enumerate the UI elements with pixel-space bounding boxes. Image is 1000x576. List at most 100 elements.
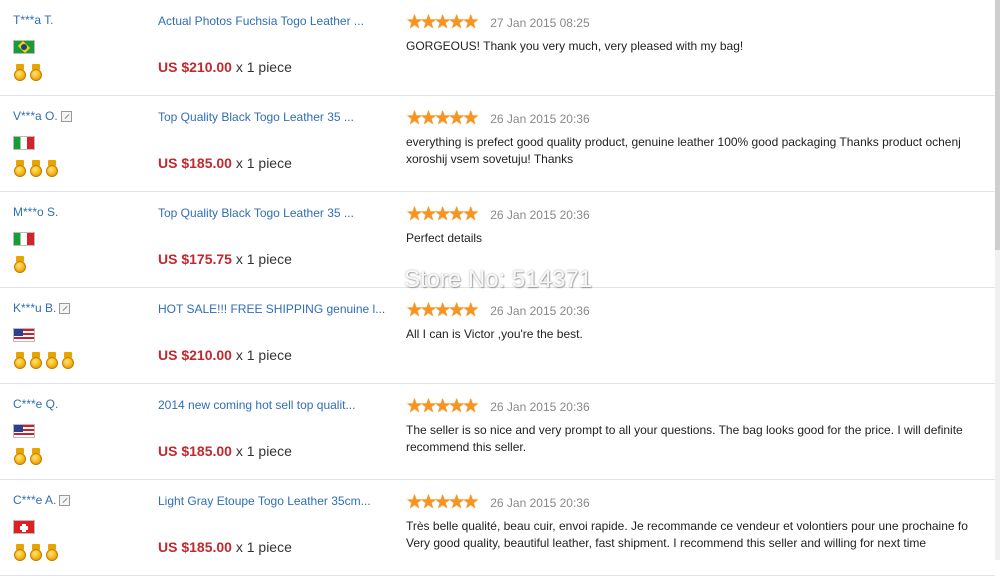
scrollbar-thumb[interactable] <box>995 0 1000 250</box>
review: ★ ★ ★ ★ ★ 26 Jan 2015 20:36 The seller is so … <box>406 396 1000 456</box>
price-line: US $210.00 x 1 piece <box>158 347 292 363</box>
review: ★ ★ ★ ★ ★ 26 Jan 2015 20:36 All I can is Vict… <box>406 300 1000 343</box>
star-icon: ★ <box>406 12 423 33</box>
star-icon: ★ <box>406 108 423 129</box>
price: US $210.00 <box>158 59 232 75</box>
scrollbar[interactable] <box>995 0 1000 560</box>
product-info: HOT SALE!!! FREE SHIPPING genuine l... <box>158 301 386 317</box>
quantity: x 1 piece <box>235 443 292 459</box>
review-text: Très belle qualité, beau cuir, envoi rap… <box>406 518 1000 552</box>
star-icon: ★ <box>462 204 479 225</box>
price-line: US $185.00 x 1 piece <box>158 155 292 171</box>
country-flag-icon <box>13 40 35 54</box>
star-icon: ★ <box>448 108 465 129</box>
product-link[interactable]: Top Quality Black Togo Leather 35 ... <box>158 205 386 221</box>
medal-icon <box>45 352 59 370</box>
country-flag-icon <box>13 520 35 534</box>
buyer-info: C***e A. <box>13 493 143 562</box>
product-link[interactable]: Top Quality Black Togo Leather 35 ... <box>158 109 386 125</box>
buyer-medals <box>13 64 143 82</box>
product-link[interactable]: Light Gray Etoupe Togo Leather 35cm... <box>158 493 386 509</box>
review-date: 26 Jan 2015 20:36 <box>490 208 590 222</box>
buyer-name[interactable]: K***u B. <box>13 301 56 315</box>
country-flag-icon <box>13 328 35 342</box>
verified-buyer-icon <box>59 302 71 314</box>
medal-icon <box>13 448 27 466</box>
star-icon: ★ <box>434 108 451 129</box>
buyer-info: T***a T. <box>13 13 143 82</box>
star-icon: ★ <box>406 300 423 321</box>
buyer-medals <box>13 448 143 466</box>
buyer-medals <box>13 352 143 370</box>
star-icon: ★ <box>448 300 465 321</box>
review-text-line: Very good quality, beautiful leather, fa… <box>406 536 927 550</box>
feedback-row: C***e A. Light Gray Etoupe Togo Leather … <box>0 480 995 576</box>
star-icon: ★ <box>462 108 479 129</box>
product-link[interactable]: HOT SALE!!! FREE SHIPPING genuine l... <box>158 301 386 317</box>
review: ★ ★ ★ ★ ★ 26 Jan 2015 20:36 everything is pre… <box>406 108 1000 168</box>
review-text-line: GORGEOUS! Thank you very much, very plea… <box>406 39 744 53</box>
buyer-name[interactable]: C***e Q. <box>13 397 58 411</box>
star-rating: ★ ★ ★ ★ ★ <box>406 108 479 129</box>
verified-buyer-icon <box>60 110 72 122</box>
buyer-info: K***u B. <box>13 301 143 370</box>
quantity: x 1 piece <box>235 155 292 171</box>
star-rating: ★ ★ ★ ★ ★ <box>406 204 479 225</box>
medal-icon <box>13 544 27 562</box>
buyer-medals <box>13 256 143 274</box>
star-icon: ★ <box>434 12 451 33</box>
product-link[interactable]: 2014 new coming hot sell top qualit... <box>158 397 386 413</box>
star-icon: ★ <box>406 396 423 417</box>
medal-icon <box>29 64 43 82</box>
star-icon: ★ <box>462 12 479 33</box>
review-text: everything is prefect good quality produ… <box>406 134 1000 168</box>
medal-icon <box>29 544 43 562</box>
country-flag-icon <box>13 136 35 150</box>
review-text: Perfect details <box>406 230 1000 247</box>
buyer-name[interactable]: T***a T. <box>13 13 53 27</box>
medal-icon <box>29 160 43 178</box>
feedback-row: C***e Q. 2014 new coming hot sell top qu… <box>0 384 995 480</box>
star-rating: ★ ★ ★ ★ ★ <box>406 396 479 417</box>
star-rating: ★ ★ ★ ★ ★ <box>406 492 479 513</box>
star-icon: ★ <box>434 492 451 513</box>
price-line: US $185.00 x 1 piece <box>158 443 292 459</box>
product-link[interactable]: Actual Photos Fuchsia Togo Leather ... <box>158 13 386 29</box>
star-icon: ★ <box>420 204 437 225</box>
review-text-line: The seller is so nice and very prompt to… <box>406 423 963 437</box>
buyer-info: M***o S. <box>13 205 143 274</box>
store-watermark: Store No: 514371 <box>404 266 593 293</box>
star-icon: ★ <box>434 396 451 417</box>
buyer-medals <box>13 160 143 178</box>
review: ★ ★ ★ ★ ★ 26 Jan 2015 20:36 Perfect details <box>406 204 1000 247</box>
feedback-row: T***a T. Actual Photos Fuchsia Togo Leat… <box>0 0 995 96</box>
price: US $210.00 <box>158 347 232 363</box>
buyer-name[interactable]: C***e A. <box>13 493 56 507</box>
medal-icon <box>29 352 43 370</box>
star-icon: ★ <box>406 492 423 513</box>
star-icon: ★ <box>406 204 423 225</box>
star-icon: ★ <box>448 204 465 225</box>
review-text: The seller is so nice and very prompt to… <box>406 422 1000 456</box>
buyer-name[interactable]: M***o S. <box>13 205 58 219</box>
price-line: US $185.00 x 1 piece <box>158 539 292 555</box>
country-flag-icon <box>13 232 35 246</box>
price: US $185.00 <box>158 155 232 171</box>
buyer-medals <box>13 544 143 562</box>
review-date: 26 Jan 2015 20:36 <box>490 304 590 318</box>
price: US $175.75 <box>158 251 232 267</box>
review-text-line: Très belle qualité, beau cuir, envoi rap… <box>406 519 968 533</box>
medal-icon <box>13 160 27 178</box>
product-info: Light Gray Etoupe Togo Leather 35cm... <box>158 493 386 509</box>
medal-icon <box>45 544 59 562</box>
product-info: Actual Photos Fuchsia Togo Leather ... <box>158 13 386 29</box>
star-icon: ★ <box>434 204 451 225</box>
star-rating: ★ ★ ★ ★ ★ <box>406 300 479 321</box>
review-date: 27 Jan 2015 08:25 <box>490 16 590 30</box>
review-text: GORGEOUS! Thank you very much, very plea… <box>406 38 1000 55</box>
medal-icon <box>13 64 27 82</box>
star-icon: ★ <box>434 300 451 321</box>
buyer-name[interactable]: V***a O. <box>13 109 58 123</box>
review-text-line: recommend this seller. <box>406 440 527 454</box>
price: US $185.00 <box>158 443 232 459</box>
